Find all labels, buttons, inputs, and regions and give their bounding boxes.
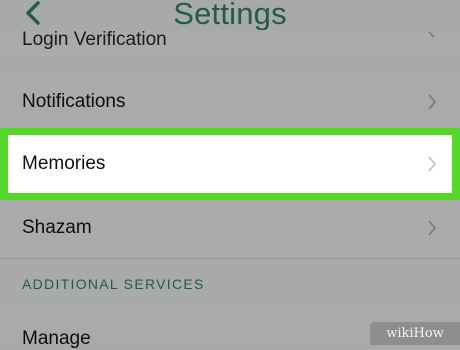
header-bar: Settings [0,0,460,31]
row-label: Manage [22,328,91,349]
settings-row-notifications[interactable]: Notifications [0,72,460,132]
section-divider [0,258,460,259]
section-header-additional-services: ADDITIONAL SERVICES [22,276,205,292]
row-label: Shazam [22,217,92,238]
page-title: Settings [173,0,287,31]
chevron-right-icon [428,220,437,236]
chevron-right-icon [428,94,437,110]
settings-row-shazam[interactable]: Shazam [0,200,460,258]
row-label: Memories [22,153,106,174]
settings-row-login-verification[interactable]: Login Verification [0,29,460,60]
row-label: Notifications [22,91,126,112]
settings-row-memories[interactable]: Memories [8,135,452,193]
row-label: Login Verification [22,29,167,50]
chevron-right-icon [428,32,435,38]
wikihow-watermark: wikiHow [370,322,460,345]
chevron-right-icon [428,156,437,172]
